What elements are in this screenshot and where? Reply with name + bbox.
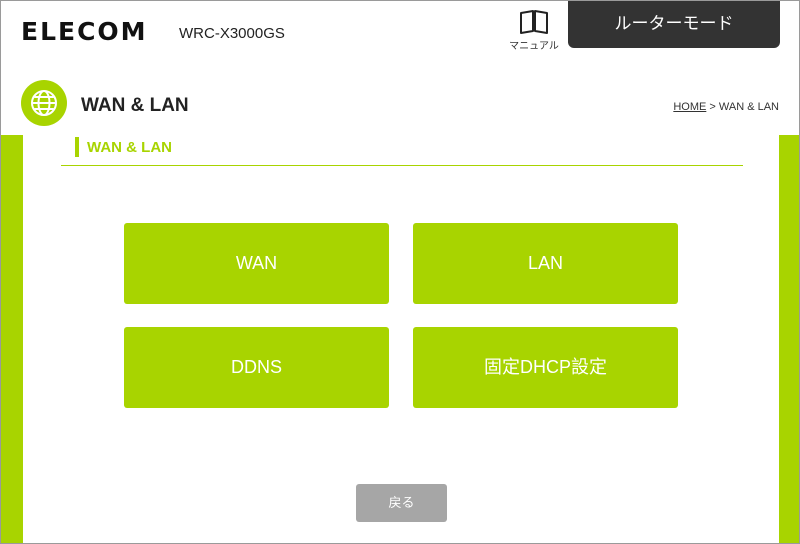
breadcrumb: HOME > WAN & LAN [673,101,779,113]
breadcrumb-home-link[interactable]: HOME [673,101,706,113]
title-bar: WAN & LAN HOME > WAN & LAN [1,75,799,135]
globe-badge [21,80,67,126]
back-button[interactable]: 戻る [356,484,447,522]
mode-indicator: ルーターモード [568,1,780,48]
book-icon [520,10,548,34]
fixed-dhcp-button[interactable]: 固定DHCP設定 [413,327,678,408]
section-header: WAN & LAN [61,135,743,166]
lan-button[interactable]: LAN [413,223,678,304]
model-name: WRC-X3000GS [179,25,285,42]
ddns-button[interactable]: DDNS [124,327,389,408]
header: ELECOM WRC-X3000GS マニュアル ルーターモード [1,1,799,69]
globe-icon [31,90,57,116]
elecom-logo[interactable]: ELECOM [21,17,148,46]
manual-link[interactable]: マニュアル [506,9,562,53]
manual-label: マニュアル [509,41,559,52]
main-panel: WAN & LAN WAN LAN DDNS 固定DHCP設定 戻る [23,135,779,543]
content-area: WAN & LAN WAN LAN DDNS 固定DHCP設定 戻る [1,135,799,543]
breadcrumb-current: WAN & LAN [718,101,779,113]
page-title: WAN & LAN [81,95,189,116]
breadcrumb-separator: > [709,101,716,113]
wan-button[interactable]: WAN [124,223,389,304]
section-title: WAN & LAN [87,139,172,156]
section-accent-bar [75,137,79,157]
